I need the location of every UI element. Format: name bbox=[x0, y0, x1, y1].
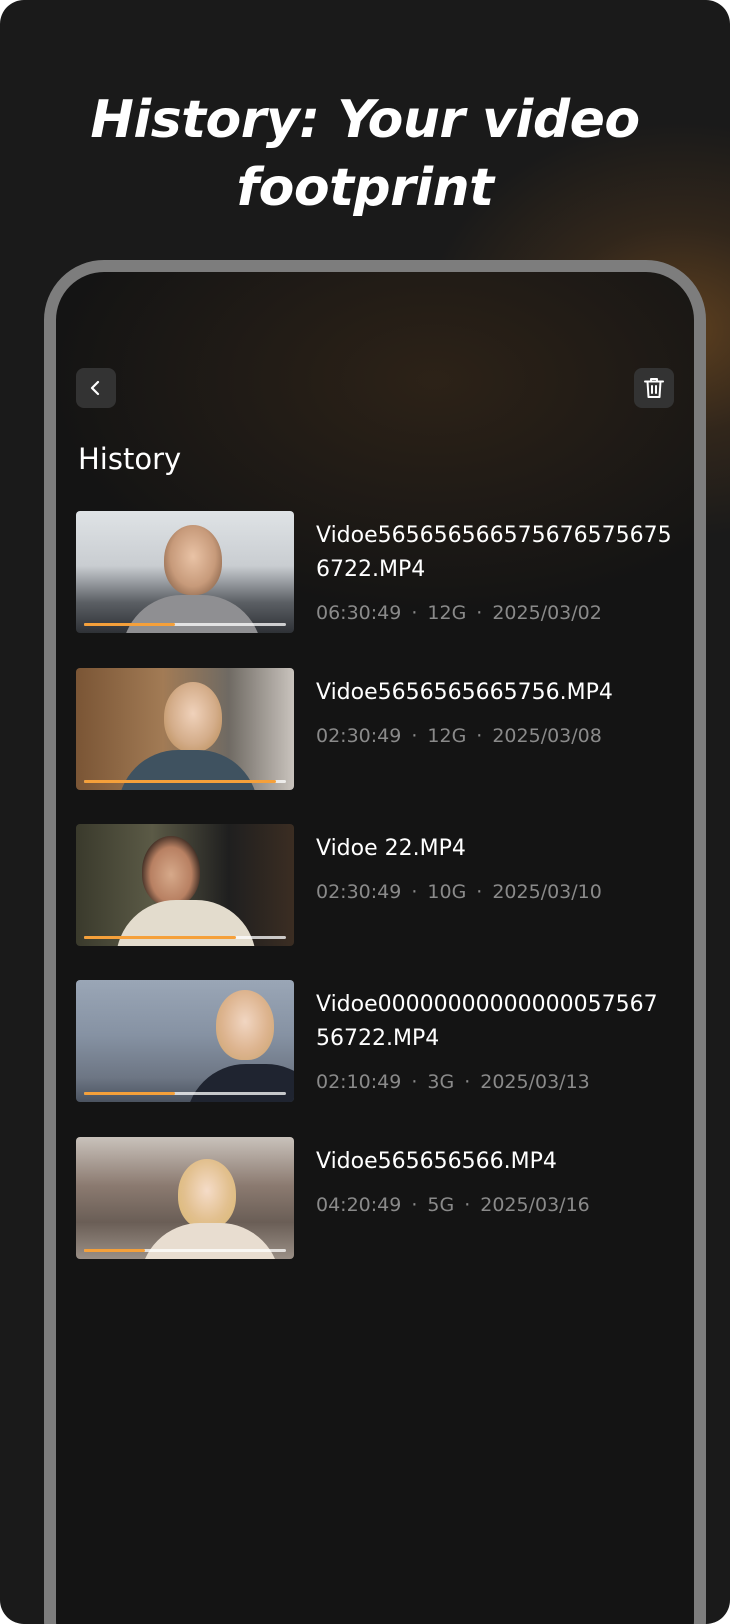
progress-bar bbox=[84, 780, 286, 783]
video-size: 12G bbox=[427, 602, 467, 624]
page-title: History bbox=[78, 442, 182, 476]
progress-fill bbox=[84, 1249, 145, 1252]
video-size: 3G bbox=[427, 1071, 455, 1093]
back-button[interactable] bbox=[76, 368, 116, 408]
trash-icon bbox=[644, 378, 664, 398]
progress-fill bbox=[84, 623, 175, 626]
delete-history-button[interactable] bbox=[634, 368, 674, 408]
video-date: 2025/03/13 bbox=[480, 1071, 590, 1093]
video-duration: 06:30:49 bbox=[316, 602, 402, 624]
video-date: 2025/03/16 bbox=[480, 1194, 590, 1216]
video-duration: 02:10:49 bbox=[316, 1071, 402, 1093]
promo-canvas: History: Your video footprint History Vi… bbox=[0, 0, 730, 1624]
video-filename: Vidoe00000000000000057567 56722.MP4 bbox=[316, 992, 658, 1051]
video-size: 10G bbox=[427, 881, 467, 903]
video-meta: 04:20:49 · 5G · 2025/03/16 bbox=[316, 1194, 590, 1216]
video-thumbnail[interactable] bbox=[76, 824, 294, 946]
video-duration: 02:30:49 bbox=[316, 881, 402, 903]
video-thumbnail[interactable] bbox=[76, 668, 294, 790]
video-filename: Vidoe5656565665756.MP4 bbox=[316, 680, 613, 705]
video-thumbnail[interactable] bbox=[76, 980, 294, 1102]
video-duration: 04:20:49 bbox=[316, 1194, 402, 1216]
progress-bar bbox=[84, 1092, 286, 1095]
video-meta: 02:10:49 · 3G · 2025/03/13 bbox=[316, 1071, 590, 1093]
video-meta: 02:30:49 · 10G · 2025/03/10 bbox=[316, 881, 602, 903]
video-date: 2025/03/10 bbox=[492, 881, 602, 903]
video-size: 5G bbox=[427, 1194, 455, 1216]
video-date: 2025/03/08 bbox=[492, 725, 602, 747]
video-meta: 06:30:49 · 12G · 2025/03/02 bbox=[316, 602, 602, 624]
video-filename: Vidoe565656566.MP4 bbox=[316, 1149, 557, 1174]
progress-fill bbox=[84, 936, 236, 939]
headline-line-2: footprint bbox=[236, 158, 495, 218]
video-thumbnail[interactable] bbox=[76, 511, 294, 633]
progress-bar bbox=[84, 1249, 286, 1252]
video-date: 2025/03/02 bbox=[492, 602, 602, 624]
video-filename: Vidoe565656566575676575675 6722.MP4 bbox=[316, 523, 672, 582]
chevron-left-icon bbox=[90, 380, 100, 396]
progress-bar bbox=[84, 936, 286, 939]
video-filename: Vidoe 22.MP4 bbox=[316, 836, 466, 861]
progress-fill bbox=[84, 1092, 175, 1095]
progress-bar bbox=[84, 623, 286, 626]
progress-fill bbox=[84, 780, 276, 783]
headline-line-1: History: Your video bbox=[90, 90, 640, 150]
video-thumbnail[interactable] bbox=[76, 1137, 294, 1259]
phone-frame: History Vidoe565656566575676575675 6722.… bbox=[44, 260, 706, 1624]
video-meta: 02:30:49 · 12G · 2025/03/08 bbox=[316, 725, 602, 747]
video-size: 12G bbox=[427, 725, 467, 747]
promo-headline: History: Your video footprint bbox=[0, 86, 730, 222]
video-duration: 02:30:49 bbox=[316, 725, 402, 747]
